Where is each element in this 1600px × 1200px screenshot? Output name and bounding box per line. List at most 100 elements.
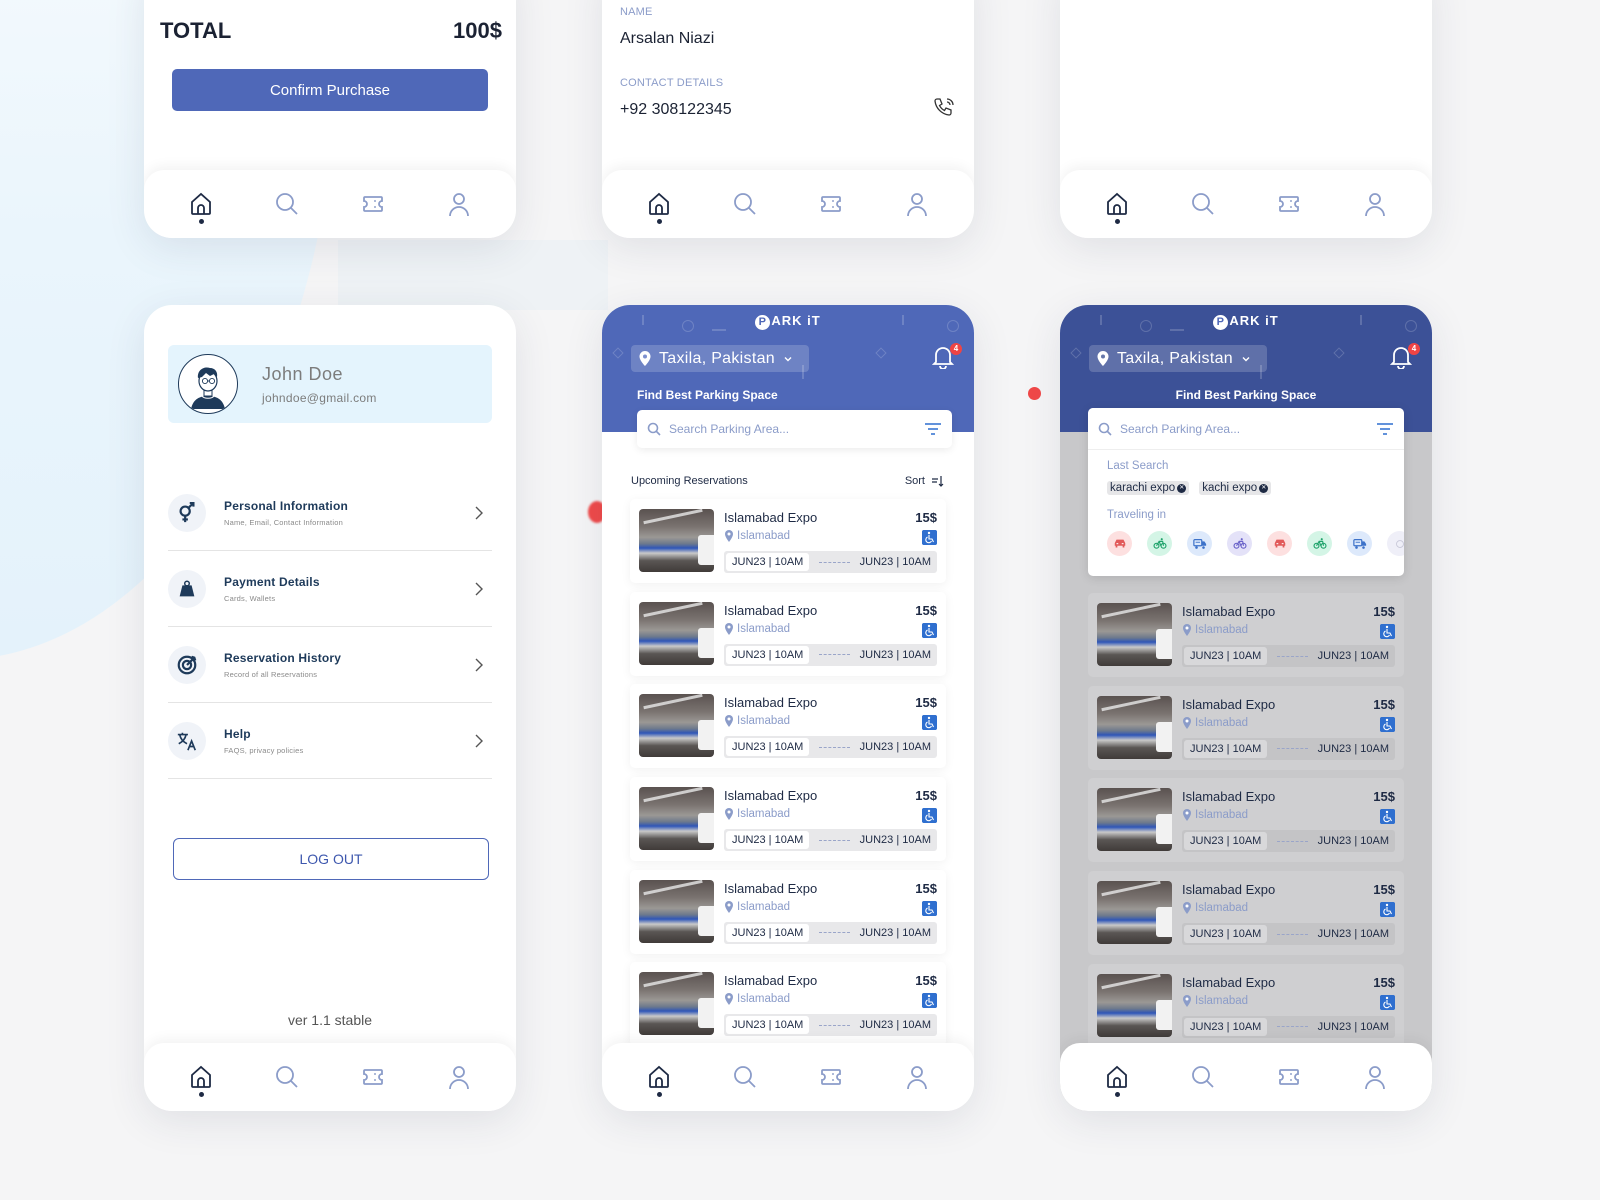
notification-badge: 4 — [1408, 343, 1420, 355]
confirm-purchase-button[interactable]: Confirm Purchase — [172, 69, 488, 111]
nav-home[interactable] — [637, 182, 681, 226]
search-icon — [276, 193, 298, 215]
vehicle-car-option[interactable] — [1107, 531, 1132, 556]
reservation-dates: JUN23 | 10AM JUN23 | 10AM — [1182, 645, 1395, 667]
nav-home[interactable] — [1095, 182, 1139, 226]
nav-tickets[interactable] — [809, 182, 853, 226]
nav-search[interactable] — [723, 1055, 767, 1099]
reservation-card[interactable]: Islamabad Expo 15$ Islamabad JUN23 | 10A… — [630, 777, 946, 862]
phone-call-icon[interactable] — [932, 96, 956, 120]
nav-profile[interactable] — [437, 1055, 481, 1099]
nav-tickets[interactable] — [1267, 1055, 1311, 1099]
vehicle-truck-option[interactable] — [1347, 531, 1372, 556]
search-input[interactable] — [669, 422, 924, 436]
recent-search-chip[interactable]: kachi expo ✕ — [1199, 481, 1272, 495]
vehicle-bicycle-option[interactable] — [1307, 531, 1332, 556]
reservation-card[interactable]: Islamabad Expo 15$ Islamabad JUN23 | 10A… — [630, 684, 946, 769]
decorative-shape — [1333, 347, 1345, 359]
nav-tickets[interactable] — [1267, 182, 1311, 226]
reservation-dates: JUN23 | 10AM JUN23 | 10AM — [1182, 737, 1395, 760]
bottom-nav — [602, 170, 974, 238]
nav-search[interactable] — [265, 1055, 309, 1099]
location-pin-icon — [725, 530, 733, 542]
filter-icon[interactable] — [924, 422, 942, 436]
end-date: JUN23 | 10AM — [859, 648, 931, 661]
menu-title: Help — [224, 726, 251, 741]
menu-item-reservation-history[interactable]: Reservation History Record of all Reserv… — [168, 627, 492, 703]
accessible-icon — [922, 715, 937, 731]
location-pin-icon — [1183, 624, 1191, 636]
nav-tickets[interactable] — [809, 1055, 853, 1099]
search-icon — [276, 1066, 298, 1088]
menu-item-payment-details[interactable]: Payment Details Cards, Wallets — [168, 551, 492, 627]
nav-profile[interactable] — [1353, 182, 1397, 226]
vehicle-car-option[interactable] — [1267, 531, 1292, 556]
reservation-price: 15$ — [915, 602, 937, 618]
vehicle-truck-option[interactable] — [1187, 531, 1212, 556]
filter-icon[interactable] — [1376, 422, 1394, 436]
nav-search[interactable] — [723, 182, 767, 226]
home-icon — [1107, 192, 1127, 215]
app-logo: P ARK iT — [1060, 313, 1432, 330]
reservation-card[interactable]: Islamabad Expo 15$ Islamabad JUN23 | 10A… — [1088, 593, 1404, 677]
remove-icon[interactable]: ✕ — [1177, 483, 1187, 493]
start-date: JUN23 | 10AM — [1184, 647, 1268, 665]
reservation-card[interactable]: Islamabad Expo 15$ Islamabad JUN23 | 10A… — [1088, 685, 1404, 770]
nav-profile[interactable] — [1353, 1055, 1397, 1099]
bottom-nav — [1060, 1043, 1432, 1111]
parking-photo — [639, 972, 714, 1036]
location-pin-icon — [1183, 716, 1191, 729]
location-pin-icon — [639, 351, 651, 366]
logout-button[interactable]: LOG OUT — [173, 838, 489, 880]
end-date: JUN23 | 10AM — [1317, 928, 1389, 941]
nav-search[interactable] — [1181, 1055, 1225, 1099]
location-selector[interactable]: Taxila, Pakistan — [631, 345, 809, 372]
decorative-shape — [612, 347, 624, 359]
profile-card[interactable]: John Doe johndoe@gmail.com — [168, 345, 492, 423]
menu-item-personal-information[interactable]: Personal Information Name, Email, Contac… — [168, 475, 492, 551]
reservation-price: 15$ — [1373, 974, 1395, 990]
chevron-right-icon — [475, 582, 483, 595]
accessible-icon — [1380, 994, 1395, 1010]
menu-item-help[interactable]: Help FAQS, privacy policies — [168, 703, 492, 779]
ticket-icon — [1279, 196, 1299, 212]
car-icon — [1114, 539, 1125, 547]
nav-profile[interactable] — [895, 1055, 939, 1099]
nav-search[interactable] — [1181, 182, 1225, 226]
recent-search-chip[interactable]: karachi expo ✕ — [1107, 481, 1190, 495]
reservation-card[interactable]: Islamabad Expo 15$ Islamabad JUN23 | 10A… — [1088, 871, 1404, 956]
nav-tickets[interactable] — [351, 1055, 395, 1099]
nav-profile[interactable] — [895, 182, 939, 226]
nav-home[interactable] — [179, 1055, 223, 1099]
nav-profile[interactable] — [437, 182, 481, 226]
notifications-button[interactable]: 4 — [931, 343, 962, 371]
reservation-card[interactable]: Islamabad Expo 15$ Islamabad JUN23 | 10A… — [630, 869, 946, 954]
search-input[interactable] — [1120, 421, 1376, 436]
reservation-dates: JUN23 | 10AM JUN23 | 10AM — [724, 829, 937, 852]
location-pin-icon — [725, 808, 733, 821]
reservation-card[interactable]: Islamabad Expo 15$ Islamabad JUN23 | 10A… — [630, 499, 946, 583]
reservation-price: 15$ — [1373, 696, 1395, 712]
reservation-card[interactable]: Islamabad Expo 15$ Islamabad JUN23 | 10A… — [630, 962, 946, 1047]
location-pin-icon — [725, 900, 733, 913]
nav-search[interactable] — [265, 182, 309, 226]
end-date: JUN23 | 10AM — [1317, 742, 1389, 755]
location-selector[interactable]: Taxila, Pakistan — [1089, 345, 1267, 372]
vehicle-bicycle-option[interactable] — [1227, 531, 1252, 556]
nav-tickets[interactable] — [351, 182, 395, 226]
vehicle-bicycle-option[interactable] — [1147, 531, 1172, 556]
nav-home[interactable] — [1095, 1055, 1139, 1099]
start-date: JUN23 | 10AM — [1184, 925, 1268, 944]
reservation-card[interactable]: Islamabad Expo 15$ Islamabad JUN23 | 10A… — [630, 591, 946, 676]
remove-icon[interactable]: ✕ — [1259, 483, 1269, 493]
nav-home[interactable] — [637, 1055, 681, 1099]
search-icon — [734, 1066, 756, 1088]
reservation-card[interactable]: Islamabad Expo 15$ Islamabad JUN23 | 10A… — [1088, 778, 1404, 863]
reservation-price: 15$ — [915, 973, 937, 989]
notifications-button[interactable]: 4 — [1389, 343, 1420, 371]
reservation-card[interactable]: Islamabad Expo 15$ Islamabad JUN23 | 10A… — [1088, 963, 1404, 1048]
reservation-title: Islamabad Expo — [724, 788, 818, 804]
sort-button[interactable]: Sort — [905, 475, 945, 487]
nav-home[interactable] — [179, 182, 223, 226]
vehicle-unknown-option[interactable] — [1387, 531, 1404, 556]
